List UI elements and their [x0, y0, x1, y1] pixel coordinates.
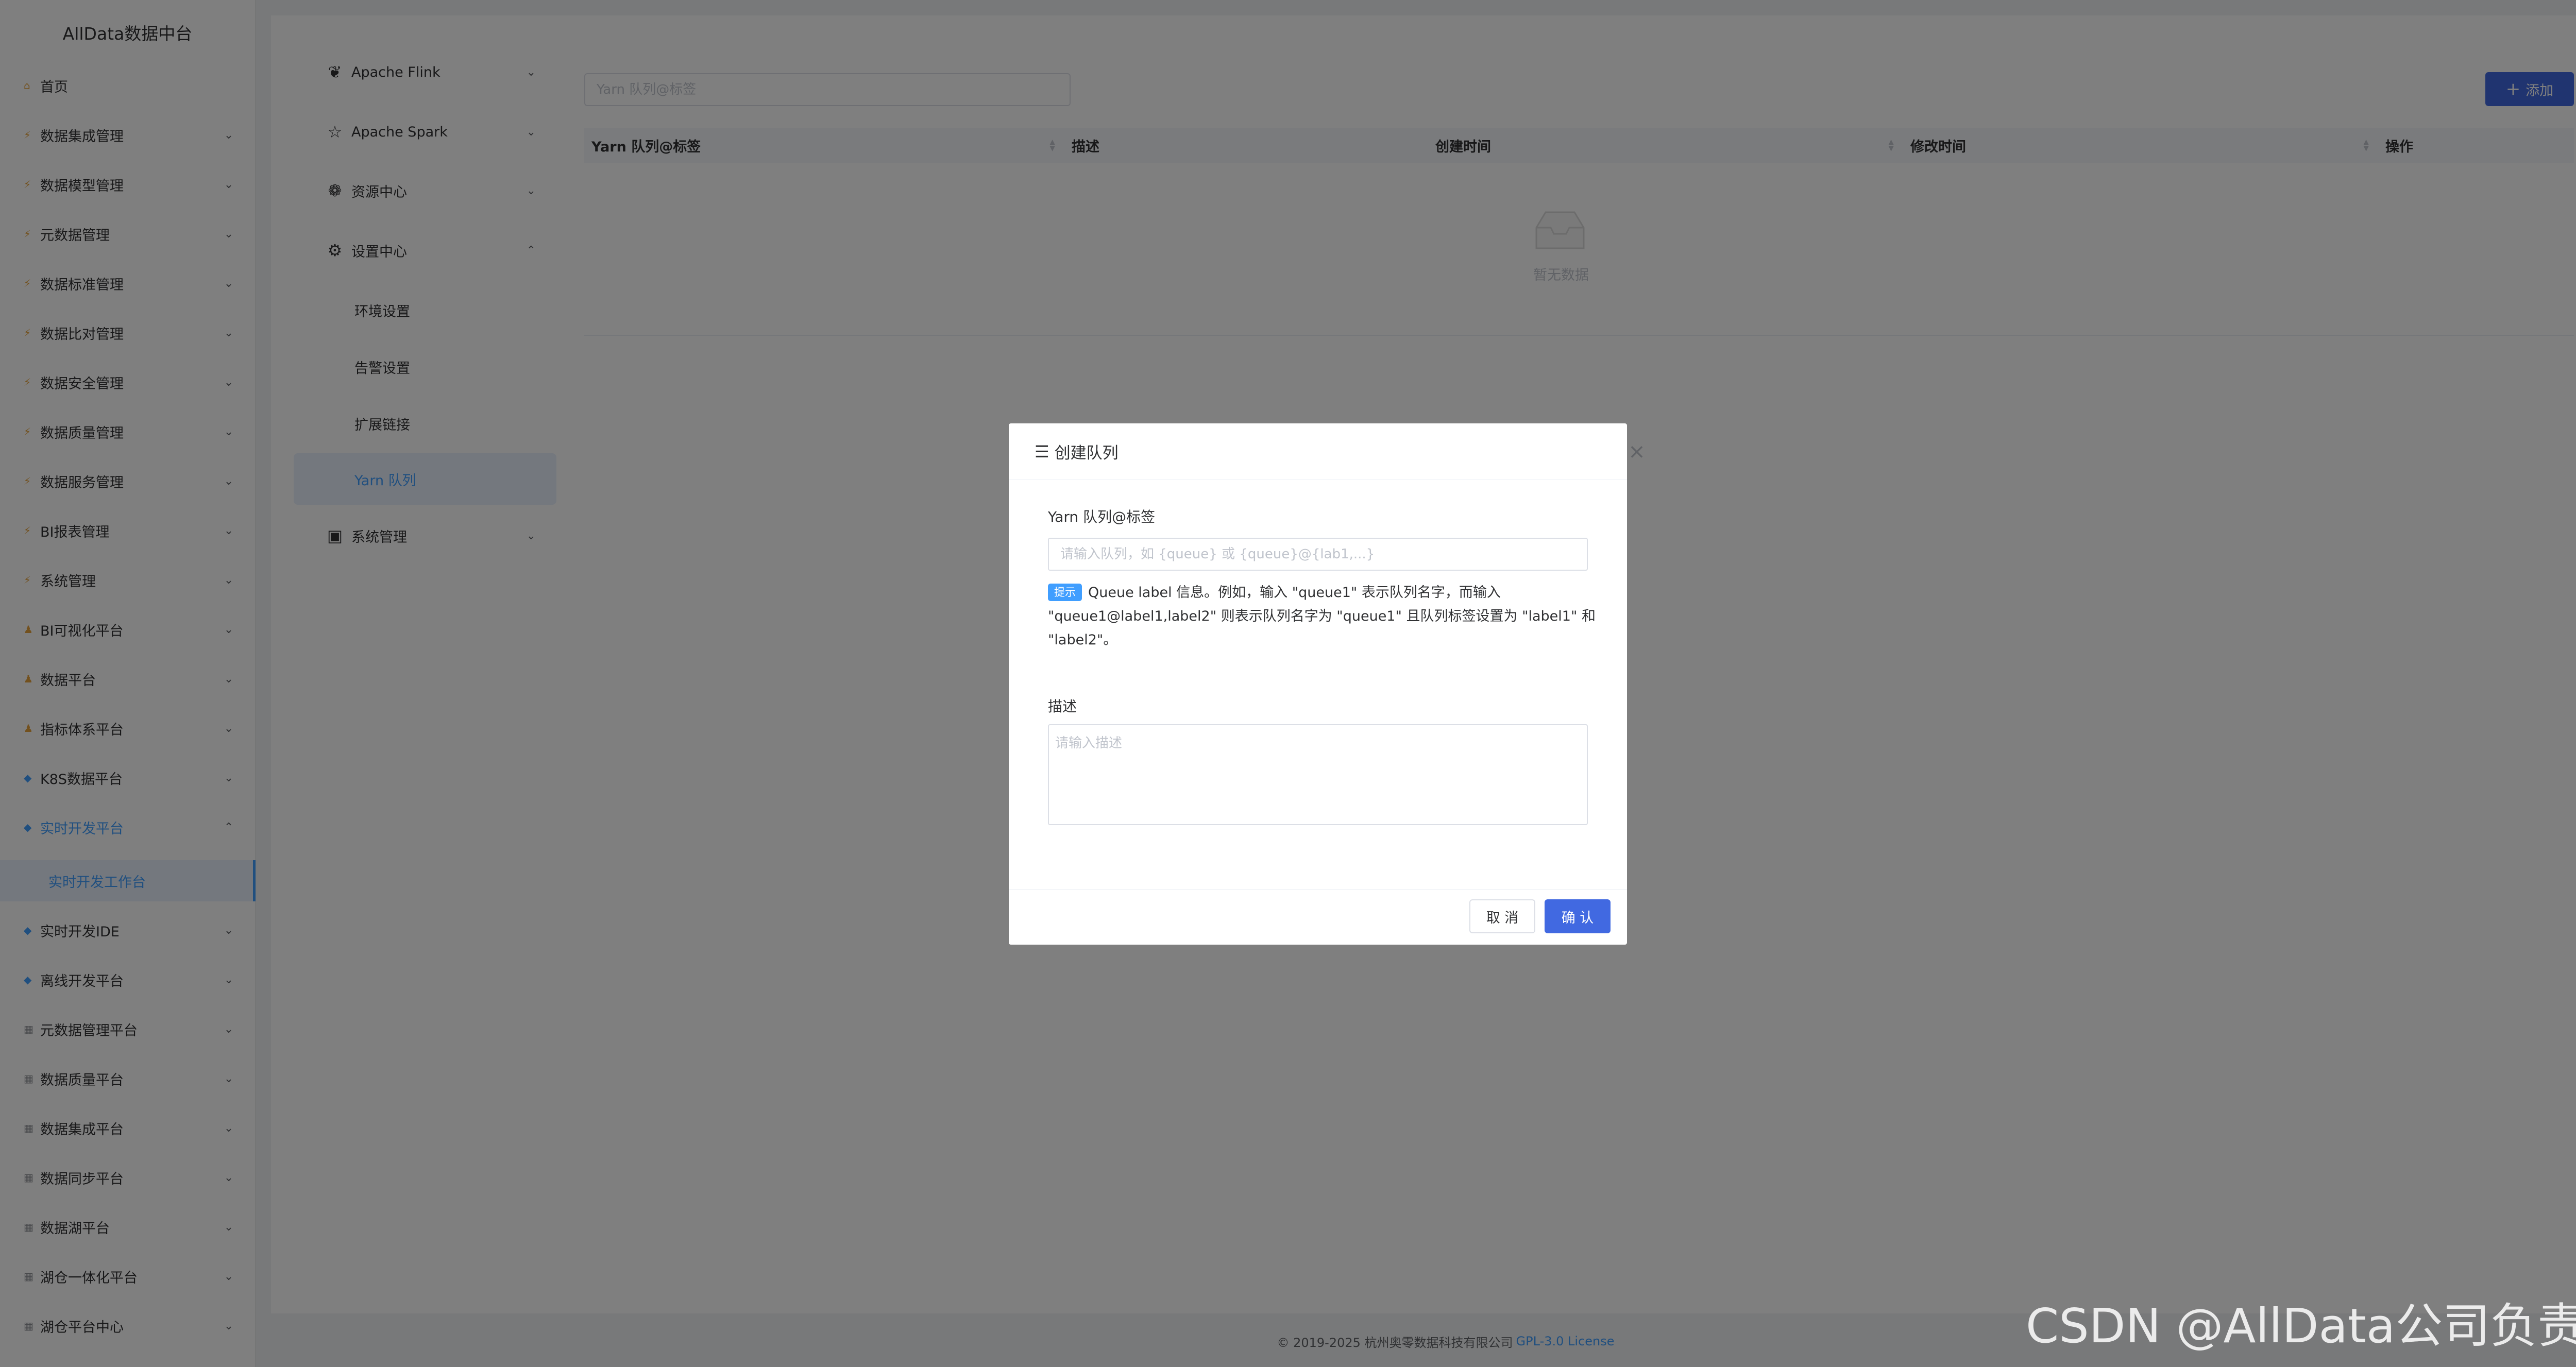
description-textarea[interactable] [1048, 724, 1588, 825]
queue-label-text: Yarn 队列@标签 [1048, 508, 1156, 525]
tip-text-block: 提示 Queue label 信息。例如，输入 "queue1" 表示队列名字，而… [1048, 581, 1599, 652]
tip-text: Queue label 信息。例如，输入 "queue1" 表示队列名字，而输入… [1048, 585, 1596, 648]
description-label: 描述 [1048, 698, 1077, 715]
close-icon[interactable]: × [1624, 439, 1650, 465]
queue-input[interactable] [1048, 538, 1588, 571]
dialog-title: 创建队列 [1054, 444, 1118, 463]
tip-badge: 提示 [1048, 584, 1082, 601]
dialog-header: ☰ 创建队列 [1009, 423, 1627, 480]
create-queue-dialog: ☰ 创建队列 Yarn 队列@标签 提示Queue label 信息。例如，输入… [1009, 423, 1627, 945]
watermark: CSDN @AllData公司负责人 [2026, 1298, 2576, 1354]
confirm-button[interactable]: 确 认 [1545, 899, 1611, 933]
cancel-button[interactable]: 取 消 [1469, 899, 1535, 933]
menu-lines-icon: ☰ [1035, 441, 1049, 462]
